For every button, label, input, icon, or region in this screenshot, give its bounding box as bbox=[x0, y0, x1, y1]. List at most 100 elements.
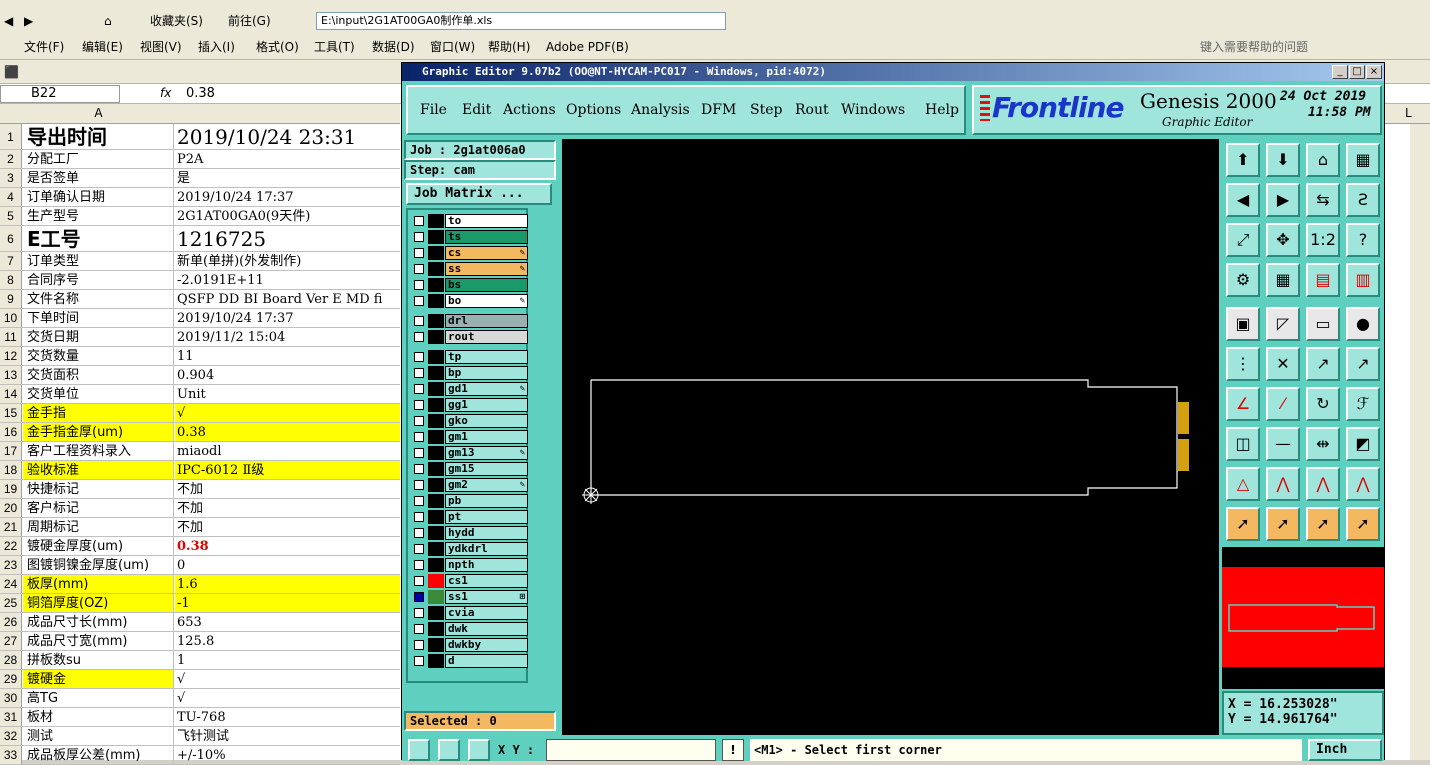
layer-item[interactable]: gm15 bbox=[412, 462, 528, 476]
cell-a[interactable]: 周期标记 bbox=[23, 518, 174, 536]
layer-color-swatch[interactable] bbox=[428, 574, 444, 588]
layer-item[interactable]: gg1 bbox=[412, 398, 528, 412]
cell-b[interactable]: -2.0191E+11 bbox=[175, 271, 400, 289]
layer-color-swatch[interactable] bbox=[428, 622, 444, 636]
cell-a[interactable]: 分配工厂 bbox=[23, 150, 174, 168]
cell-b[interactable]: 2019/10/24 17:37 bbox=[175, 309, 400, 327]
measure-icon[interactable]: ⇹ bbox=[1306, 427, 1340, 461]
line-node2-icon[interactable]: ↗ bbox=[1346, 347, 1380, 381]
layer-name[interactable]: gd1 ✎ bbox=[445, 382, 528, 396]
warning-icon[interactable]: ! bbox=[722, 739, 744, 761]
layer-name[interactable]: gm1 bbox=[445, 430, 528, 444]
angle-red-icon[interactable]: ∠ bbox=[1226, 387, 1260, 421]
layer-checkbox[interactable] bbox=[414, 576, 424, 586]
row-number[interactable]: 8 bbox=[0, 271, 22, 289]
help-search-field[interactable]: 键入需要帮助的问题 bbox=[1200, 38, 1308, 56]
menu-adobe-pdf[interactable]: Adobe PDF(B) bbox=[546, 38, 629, 56]
row-number[interactable]: 11 bbox=[0, 328, 22, 346]
menu-help[interactable]: Help bbox=[925, 102, 959, 118]
row-number[interactable]: 22 bbox=[0, 537, 22, 555]
layer-color-swatch[interactable] bbox=[428, 510, 444, 524]
cell-a[interactable]: 交货单位 bbox=[23, 385, 174, 403]
help-icon[interactable]: ? bbox=[1346, 223, 1380, 257]
layer-item[interactable]: npth bbox=[412, 558, 528, 572]
layer-item[interactable]: drl bbox=[412, 314, 528, 328]
grid-view-icon[interactable]: ▦ bbox=[1346, 143, 1380, 177]
layer-color-swatch[interactable] bbox=[428, 526, 444, 540]
triangle-icon[interactable]: △ bbox=[1226, 467, 1260, 501]
menu-options[interactable]: Options bbox=[566, 102, 621, 118]
cell-b[interactable]: Unit bbox=[175, 385, 400, 403]
cell-a[interactable]: 铜箔厚度(OZ) bbox=[23, 594, 174, 612]
layer-item[interactable]: ts bbox=[412, 230, 528, 244]
triangle4-icon[interactable]: ⋀ bbox=[1346, 467, 1380, 501]
cell-a[interactable]: 测试 bbox=[23, 727, 174, 745]
address-bar[interactable]: E:\input\2G1AT00GA0制作单.xls bbox=[316, 12, 726, 30]
row-number[interactable]: 5 bbox=[0, 207, 22, 225]
layer-color-swatch[interactable] bbox=[428, 350, 444, 364]
layer-name[interactable]: d bbox=[445, 654, 528, 668]
layer-name[interactable]: cs ✎ bbox=[445, 246, 528, 260]
row-number[interactable]: 33 bbox=[0, 746, 22, 764]
row-number[interactable]: 28 bbox=[0, 651, 22, 669]
layer-item[interactable]: tp bbox=[412, 350, 528, 364]
layer-checkbox[interactable] bbox=[414, 624, 424, 634]
layer-checkbox[interactable] bbox=[414, 248, 424, 258]
layer-color-swatch[interactable] bbox=[428, 478, 444, 492]
row-number[interactable]: 27 bbox=[0, 632, 22, 650]
cell-b[interactable]: 飞针测试 bbox=[175, 727, 400, 745]
layer-name[interactable]: dwkby bbox=[445, 638, 528, 652]
xy-input[interactable] bbox=[546, 739, 716, 761]
cell-a[interactable]: 金手指 bbox=[23, 404, 174, 422]
layer-color-swatch[interactable] bbox=[428, 606, 444, 620]
menu-dfm[interactable]: DFM bbox=[701, 102, 736, 118]
cell-a[interactable]: 交货面积 bbox=[23, 366, 174, 384]
cell-a[interactable]: 订单类型 bbox=[23, 252, 174, 270]
menu-insert[interactable]: 插入(I) bbox=[198, 38, 235, 56]
go-button[interactable]: 前往(G) bbox=[228, 12, 271, 30]
home-icon[interactable]: ⌂ bbox=[104, 12, 112, 30]
menu-rout[interactable]: Rout bbox=[795, 102, 829, 118]
row-number[interactable]: 31 bbox=[0, 708, 22, 726]
row-number[interactable]: 15 bbox=[0, 404, 22, 422]
move-right-icon[interactable]: ▶ bbox=[1266, 183, 1300, 217]
graphic-canvas[interactable] bbox=[562, 139, 1219, 735]
column-a-header[interactable]: A bbox=[23, 106, 174, 120]
layer-item[interactable]: gm1 bbox=[412, 430, 528, 444]
line-node-icon[interactable]: ↗ bbox=[1306, 347, 1340, 381]
layer-checkbox[interactable] bbox=[414, 528, 424, 538]
cell-a[interactable]: 成品尺寸宽(mm) bbox=[23, 632, 174, 650]
layer-item[interactable]: pt bbox=[412, 510, 528, 524]
grid-snap-icon[interactable] bbox=[468, 739, 490, 761]
line-red-icon[interactable]: ⁄ bbox=[1266, 387, 1300, 421]
cell-a[interactable]: 合同序号 bbox=[23, 271, 174, 289]
menu-help[interactable]: 帮助(H) bbox=[488, 38, 530, 56]
cell-a[interactable]: 快捷标记 bbox=[23, 480, 174, 498]
cell-b[interactable]: IPC-6012 Ⅱ级 bbox=[175, 461, 400, 479]
cell-a[interactable]: 成品尺寸长(mm) bbox=[23, 613, 174, 631]
row-number[interactable]: 14 bbox=[0, 385, 22, 403]
layer-color-swatch[interactable] bbox=[428, 494, 444, 508]
layer-color-swatch[interactable] bbox=[428, 446, 444, 460]
cell-a[interactable]: 客户工程资料录入 bbox=[23, 442, 174, 460]
layer-item[interactable]: d bbox=[412, 654, 528, 668]
cell-b[interactable]: +/-10% bbox=[175, 746, 400, 764]
cell-b[interactable]: 新单(单拼)(外发制作) bbox=[175, 252, 400, 270]
cell-a[interactable]: 客户标记 bbox=[23, 499, 174, 517]
layer-name[interactable]: ydkdrl bbox=[445, 542, 528, 556]
layer-name[interactable]: ss ✎ bbox=[445, 262, 528, 276]
triangle2-icon[interactable]: ⋀ bbox=[1266, 467, 1300, 501]
row-number[interactable]: 13 bbox=[0, 366, 22, 384]
close-button[interactable]: × bbox=[1366, 65, 1382, 79]
row-number[interactable]: 10 bbox=[0, 309, 22, 327]
layer-color-swatch[interactable] bbox=[428, 414, 444, 428]
cell-b[interactable]: √ bbox=[175, 689, 400, 707]
cell-b[interactable]: 2019/11/2 15:04 bbox=[175, 328, 400, 346]
row-number[interactable]: 18 bbox=[0, 461, 22, 479]
cell-b[interactable]: 1 bbox=[175, 651, 400, 669]
zoom-center-icon[interactable]: ✥ bbox=[1266, 223, 1300, 257]
pdf-icon[interactable]: ⬛ bbox=[4, 63, 19, 81]
cell-b[interactable]: 0 bbox=[175, 556, 400, 574]
row-number[interactable]: 4 bbox=[0, 188, 22, 206]
layer-color-swatch[interactable] bbox=[428, 278, 444, 292]
